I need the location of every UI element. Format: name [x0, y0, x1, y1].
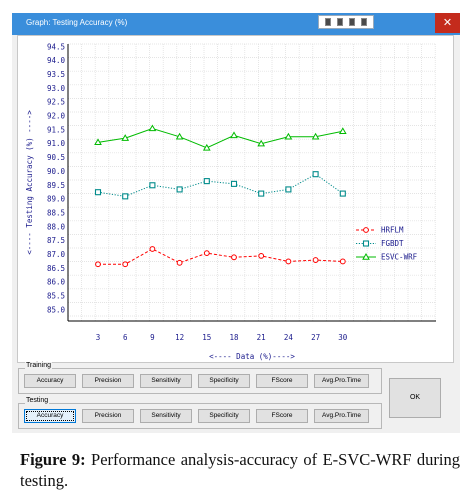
y-tick-label: 93.0	[47, 84, 66, 93]
data-point-esvc-wrf	[338, 127, 347, 134]
plot-area: 85.0 85.5 86.0 86.5 87.0 87.5 88.0 88.5 89.0 89.5…	[17, 35, 454, 363]
figure-label: Figure 9:	[20, 450, 86, 469]
x-tick-label: 3	[96, 333, 101, 342]
figure-caption: Figure 9: Performance analysis-accuracy …	[20, 449, 460, 491]
y-tick-label: 90.5	[47, 153, 65, 162]
data-point-hrflm	[285, 258, 292, 265]
x-tick-label: 6	[123, 333, 128, 342]
x-tick-label: 12	[175, 333, 184, 342]
testing-precision-button[interactable]: Precision	[82, 409, 134, 423]
legend-label: ESVC-WRF	[381, 253, 418, 262]
training-avg-pro-time-button[interactable]: Avg.Pro.Time	[314, 374, 369, 388]
testing-fscore-button[interactable]: FScore	[256, 409, 308, 423]
training-sensitivity-button[interactable]: Sensitivity	[140, 374, 192, 388]
x-axis-label: <---- Data (%)---->	[209, 352, 295, 361]
legend-marker	[362, 240, 370, 247]
legend-label: HRFLM	[381, 226, 404, 235]
series-line-fgbdt	[97, 173, 344, 197]
title-bar: Graph: Testing Accuracy (%) ✕	[12, 13, 460, 35]
y-tick-label: 87.0	[47, 250, 66, 259]
x-tick-label: 30	[338, 333, 348, 342]
x-tick-label: 21	[257, 333, 266, 342]
data-point-fgbdt	[339, 190, 346, 197]
testing-sensitivity-button[interactable]: Sensitivity	[140, 409, 192, 423]
data-point-fgbdt	[230, 180, 238, 187]
y-tick-label: 88.5	[47, 208, 65, 217]
data-point-fgbdt	[203, 178, 210, 185]
data-point-hrflm	[258, 253, 265, 259]
data-point-hrflm	[312, 257, 319, 263]
y-tick-label: 88.0	[47, 222, 66, 231]
data-point-fgbdt	[285, 186, 292, 193]
data-point-fgbdt	[312, 171, 319, 178]
x-tick-label: 15	[202, 333, 211, 342]
x-tick-label: 27	[311, 333, 320, 342]
testing-specificity-button[interactable]: Specificity	[198, 409, 250, 423]
testing-label: Testing	[25, 397, 50, 404]
legend-label: FGBDT	[381, 239, 404, 248]
y-axis-label: <---- Testing Accuracy (%) ---->	[25, 110, 34, 255]
training-precision-button[interactable]: Precision	[82, 374, 134, 388]
accuracy-chart: 85.0 85.5 86.0 86.5 87.0 87.5 88.0 88.5 89.0 89.5…	[25, 42, 436, 361]
y-tick-label: 90.0	[47, 167, 66, 176]
training-accuracy-button[interactable]: Accuracy	[24, 374, 76, 388]
data-point-fgbdt	[258, 190, 265, 197]
y-tick-label: 94.5	[47, 42, 65, 51]
testing-accuracy-button[interactable]: Accuracy	[24, 409, 76, 423]
y-tick-label: 89.5	[47, 181, 65, 190]
ok-button[interactable]: OK	[389, 378, 441, 418]
x-tick-label: 24	[284, 333, 294, 342]
y-tick-label: 86.0	[47, 278, 66, 287]
y-tick-label: 91.0	[47, 139, 66, 148]
data-point-hrflm	[95, 261, 101, 268]
y-tick-label: 87.5	[47, 236, 65, 245]
series-line-esvc-wrf	[97, 127, 343, 149]
training-label: Training	[25, 362, 53, 369]
data-point-esvc-wrf	[148, 124, 157, 132]
data-point-fgbdt	[94, 189, 102, 196]
caption-text: Performance analysis-accuracy of E-SVC-W…	[20, 450, 460, 490]
data-point-hrflm	[231, 254, 237, 261]
close-icon[interactable]: ✕	[435, 13, 460, 33]
data-point-esvc-wrf	[230, 131, 238, 139]
toolbar-icon[interactable]	[318, 15, 374, 29]
y-tick-label: 86.5	[47, 264, 65, 273]
y-tick-label: 85.5	[47, 292, 65, 301]
y-tick-label: 89.0	[47, 195, 66, 204]
data-point-hrflm	[176, 259, 183, 266]
data-point-fgbdt	[176, 186, 183, 193]
training-fscore-button[interactable]: FScore	[256, 374, 308, 388]
testing-avg-pro-time-button[interactable]: Avg.Pro.Time	[314, 409, 369, 423]
x-tick-label: 18	[229, 333, 239, 342]
y-tick-label: 93.5	[47, 70, 65, 79]
data-point-hrflm	[122, 261, 129, 268]
y-tick-label: 92.0	[47, 112, 66, 121]
y-tick-label: 91.5	[47, 125, 65, 134]
data-point-hrflm	[149, 246, 156, 252]
training-specificity-button[interactable]: Specificity	[198, 374, 250, 388]
window-title: Graph: Testing Accuracy (%)	[26, 18, 128, 27]
data-point-hrflm	[339, 258, 346, 265]
y-tick-label: 85.0	[47, 305, 66, 314]
y-tick-label: 92.5	[47, 98, 65, 107]
legend-marker	[363, 227, 369, 233]
y-tick-label: 94.0	[47, 56, 66, 65]
data-point-hrflm	[203, 250, 210, 257]
graph-window: Graph: Testing Accuracy (%) ✕ 85.0 85.5 86…	[12, 13, 460, 433]
data-point-fgbdt	[149, 182, 156, 189]
x-tick-label: 9	[150, 333, 155, 342]
data-point-fgbdt	[122, 193, 129, 200]
